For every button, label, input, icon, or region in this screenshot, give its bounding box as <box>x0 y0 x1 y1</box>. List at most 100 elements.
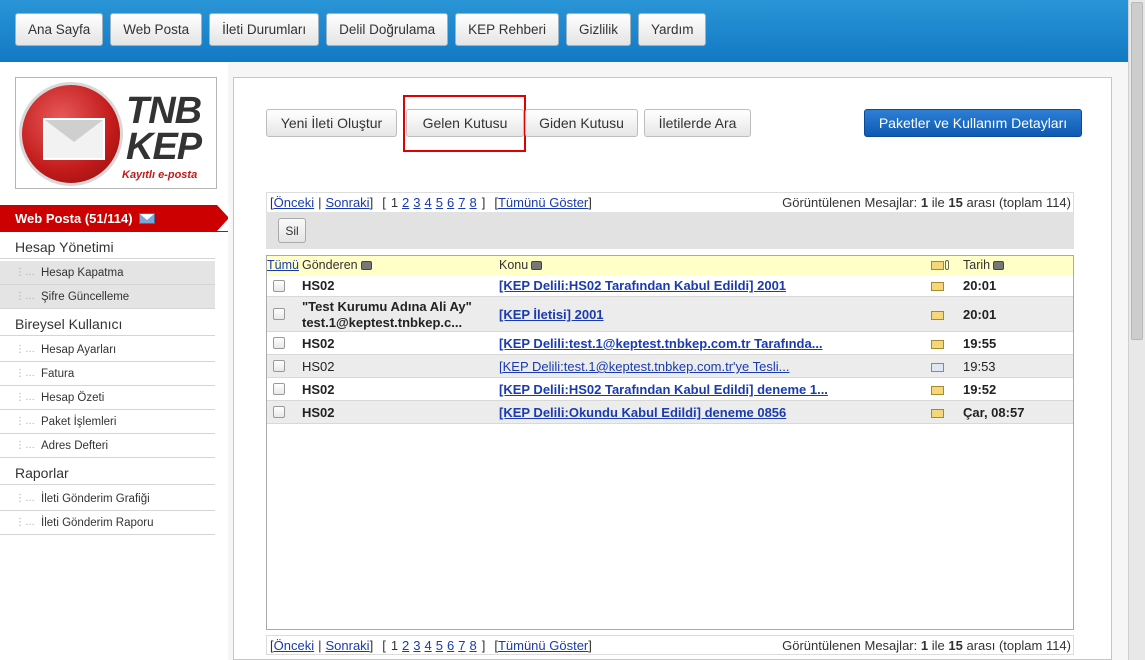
unread-envelope-icon <box>931 282 944 291</box>
top-nav: Ana Sayfa Web Posta İleti Durumları Deli… <box>15 13 707 46</box>
bracket: ] <box>369 195 374 210</box>
tree-dots-icon: ⋮… <box>15 267 35 278</box>
page-link-8[interactable]: 8 <box>469 638 476 653</box>
show-all-link[interactable]: Tümünü Göster <box>498 195 588 210</box>
table-row[interactable]: HS02 [KEP Delili:test.1@keptest.tnbkep.c… <box>267 355 1073 378</box>
page-link-3[interactable]: 3 <box>413 195 420 210</box>
page-link-6[interactable]: 6 <box>447 638 454 653</box>
row-checkbox[interactable] <box>273 280 285 292</box>
tnb-kep-logo[interactable]: TNB KEP Kayıtlı e-posta <box>15 77 217 189</box>
top-bar: Ana Sayfa Web Posta İleti Durumları Deli… <box>0 0 1128 62</box>
sidebar-item-ileti-gonderim-raporu[interactable]: ⋮… İleti Gönderim Raporu <box>0 511 215 535</box>
bracket: ] <box>588 195 592 210</box>
nav-kep-rehberi[interactable]: KEP Rehberi <box>455 13 559 46</box>
page-link-4[interactable]: 4 <box>425 195 432 210</box>
table-row[interactable]: "Test Kurumu Adına Ali Ay" test.1@keptes… <box>267 297 1073 332</box>
row-date: 19:52 <box>963 382 997 397</box>
page-link-7[interactable]: 7 <box>458 195 465 210</box>
row-sender: "Test Kurumu Adına Ali Ay" <box>302 299 472 314</box>
inbox-highlight-box <box>403 95 526 152</box>
row-subject-link[interactable]: [KEP İletisi] 2001 <box>499 307 604 322</box>
row-checkbox[interactable] <box>273 360 285 372</box>
outbox-button[interactable]: Giden Kutusu <box>525 109 638 137</box>
table-row[interactable]: HS02 [KEP Delili:HS02 Tarafından Kabul E… <box>267 275 1073 297</box>
tree-dots-icon: ⋮… <box>15 416 35 427</box>
nav-delil-dogrulama[interactable]: Delil Doğrulama <box>326 13 449 46</box>
page-link-5[interactable]: 5 <box>436 638 443 653</box>
sidebar-item-hesap-kapatma[interactable]: ⋮… Hesap Kapatma <box>0 261 215 285</box>
sidebar-item-paket-islemleri[interactable]: ⋮… Paket İşlemleri <box>0 410 215 434</box>
row-checkbox[interactable] <box>273 383 285 395</box>
show-all-link[interactable]: Tümünü Göster <box>498 638 588 653</box>
row-date: 19:55 <box>963 336 997 351</box>
row-subject-link[interactable]: [KEP Delili:test.1@keptest.tnbkep.com.tr… <box>499 359 790 374</box>
table-row[interactable]: HS02 [KEP Delili:HS02 Tarafından Kabul E… <box>267 378 1073 401</box>
row-checkbox[interactable] <box>273 337 285 349</box>
row-sender-email: test.1@keptest.tnbkep.c... <box>302 315 463 330</box>
nav-ileti-durumlari[interactable]: İleti Durumları <box>209 13 320 46</box>
table-row[interactable]: HS02 [KEP Delili:test.1@keptest.tnbkep.c… <box>267 332 1073 355</box>
nav-gizlilik[interactable]: Gizlilik <box>565 13 631 46</box>
sidebar-web-posta[interactable]: Web Posta (51/114) <box>0 205 229 232</box>
delete-button[interactable]: Sil <box>278 218 306 243</box>
date-header-label: Tarih <box>963 258 991 272</box>
table-row[interactable]: HS02 [KEP Delili:Okundu Kabul Edildi] de… <box>267 401 1073 424</box>
sidebar: TNB KEP Kayıtlı e-posta Web Posta (51/11… <box>0 62 229 660</box>
nav-web-posta[interactable]: Web Posta <box>110 13 203 46</box>
package-details-button[interactable]: Paketler ve Kullanım Detayları <box>864 109 1082 137</box>
search-messages-button[interactable]: İletilerde Ara <box>644 109 751 137</box>
row-subject-link[interactable]: [KEP Delili:HS02 Tarafından Kabul Edildi… <box>499 382 828 397</box>
subject-header[interactable]: Konu <box>499 258 543 272</box>
logo-text-kep: KEP <box>126 126 202 168</box>
page-link-7[interactable]: 7 <box>458 638 465 653</box>
page-link-3[interactable]: 3 <box>413 638 420 653</box>
row-checkbox[interactable] <box>273 406 285 418</box>
sidebar-item-sifre-guncelleme[interactable]: ⋮… Şifre Güncelleme <box>0 285 215 309</box>
row-checkbox[interactable] <box>273 308 285 320</box>
row-subject-link[interactable]: [KEP Delili:test.1@keptest.tnbkep.com.tr… <box>499 336 823 351</box>
date-header[interactable]: Tarih <box>963 258 1005 272</box>
tree-dots-icon: ⋮… <box>15 291 35 302</box>
sender-header[interactable]: Gönderen <box>302 258 372 272</box>
sort-icon[interactable] <box>993 261 1005 270</box>
sidebar-section-hesap-yonetimi[interactable]: Hesap Yönetimi <box>0 235 215 259</box>
row-subject-link[interactable]: [KEP Delili:HS02 Tarafından Kabul Edildi… <box>499 278 786 293</box>
row-sender: HS02 <box>302 382 335 397</box>
sort-icon[interactable] <box>531 261 543 270</box>
sidebar-item-adres-defteri[interactable]: ⋮… Adres Defteri <box>0 434 215 458</box>
sidebar-item-hesap-ayarlari[interactable]: ⋮… Hesap Ayarları <box>0 338 215 362</box>
row-sender: HS02 <box>302 336 335 351</box>
nav-yardim[interactable]: Yardım <box>637 13 707 46</box>
page-link-2[interactable]: 2 <box>402 195 409 210</box>
tree-dots-icon: ⋮… <box>15 517 35 528</box>
scrollbar-thumb[interactable] <box>1131 2 1143 340</box>
page-link-6[interactable]: 6 <box>447 195 454 210</box>
unread-envelope-icon <box>931 409 944 418</box>
row-sender: HS02 <box>302 278 335 293</box>
sort-icon[interactable] <box>360 261 372 270</box>
sidebar-item-label: Şifre Güncelleme <box>41 290 130 303</box>
vertical-scrollbar[interactable] <box>1128 0 1145 660</box>
prev-link[interactable]: Önceki <box>274 638 314 653</box>
new-message-button[interactable]: Yeni İleti Oluştur <box>266 109 397 137</box>
nav-ana-sayfa[interactable]: Ana Sayfa <box>15 13 104 46</box>
prev-link[interactable]: Önceki <box>274 195 314 210</box>
page-link-5[interactable]: 5 <box>436 195 443 210</box>
select-all-link[interactable]: Tümü <box>267 258 299 272</box>
sidebar-section-bireysel-kullanici[interactable]: Bireysel Kullanıcı <box>0 312 215 336</box>
page-link-2[interactable]: 2 <box>402 638 409 653</box>
page-link-4[interactable]: 4 <box>425 638 432 653</box>
web-posta-label: Web Posta (51/114) <box>15 211 133 226</box>
sidebar-item-hesap-ozeti[interactable]: ⋮… Hesap Özeti <box>0 386 215 410</box>
sidebar-item-label: Hesap Ayarları <box>41 343 117 356</box>
sidebar-item-ileti-gonderim-grafigi[interactable]: ⋮… İleti Gönderim Grafiği <box>0 487 215 511</box>
next-link[interactable]: Sonraki <box>325 195 369 210</box>
pager-bottom: [ Önceki | Sonraki ] [ 1 2 3 4 5 6 7 8 ]… <box>266 635 1074 655</box>
sidebar-item-fatura[interactable]: ⋮… Fatura <box>0 362 215 386</box>
next-link[interactable]: Sonraki <box>325 638 369 653</box>
page-link-8[interactable]: 8 <box>469 195 476 210</box>
row-subject-link[interactable]: [KEP Delili:Okundu Kabul Edildi] deneme … <box>499 405 786 420</box>
sidebar-section-raporlar[interactable]: Raporlar <box>0 461 215 485</box>
tree-dots-icon: ⋮… <box>15 368 35 379</box>
sidebar-item-label: Hesap Özeti <box>41 391 105 404</box>
